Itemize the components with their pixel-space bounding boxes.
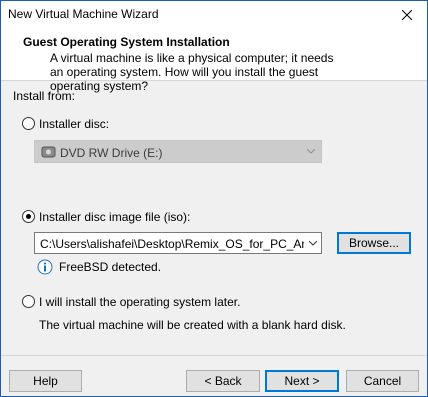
wizard-content: Install from: Installer disc: DVD RW Dri… [1, 82, 427, 355]
wizard-header: Guest Operating System Installation A vi… [1, 29, 427, 93]
help-button[interactable]: Help [9, 370, 82, 392]
iso-path-value: C:\Users\alishafei\Desktop\Remix_OS_for_… [40, 237, 322, 251]
drive-select-value: DVD RW Drive (E:) [60, 146, 163, 160]
title-bar: New Virtual Machine Wizard [1, 1, 427, 29]
disc-drive-icon [41, 146, 56, 158]
install-later-description: The virtual machine will be created with… [39, 318, 346, 332]
info-icon [37, 259, 53, 275]
install-later-label[interactable]: I will install the operating system late… [39, 295, 240, 309]
iso-path-combobox[interactable]: C:\Users\alishafei\Desktop\Remix_OS_for_… [34, 232, 322, 254]
back-button[interactable]: < Back [186, 370, 260, 392]
wizard-footer: Help < Back Next > Cancel [1, 355, 427, 396]
window-title: New Virtual Machine Wizard [8, 7, 159, 21]
detected-message: FreeBSD detected. [59, 260, 162, 274]
chevron-down-icon [307, 149, 315, 154]
install-from-label: Install from: [13, 89, 76, 103]
close-button[interactable] [387, 1, 427, 29]
installer-disc-radio[interactable] [22, 117, 35, 130]
iso-radio[interactable] [22, 210, 35, 223]
drive-select: DVD RW Drive (E:) [34, 140, 322, 163]
page-title: Guest Operating System Installation [23, 35, 230, 49]
browse-button[interactable]: Browse... [337, 232, 411, 254]
installer-disc-label[interactable]: Installer disc: [39, 117, 109, 131]
install-later-radio[interactable] [22, 295, 35, 308]
iso-path-dropdown-button[interactable] [304, 233, 321, 253]
next-button[interactable]: Next > [265, 370, 339, 392]
wizard-window: New Virtual Machine Wizard Guest Operati… [0, 0, 428, 397]
iso-label[interactable]: Installer disc image file (iso): [39, 210, 190, 224]
close-icon [402, 10, 412, 20]
cancel-button[interactable]: Cancel [346, 370, 419, 392]
chevron-down-icon [308, 240, 317, 246]
